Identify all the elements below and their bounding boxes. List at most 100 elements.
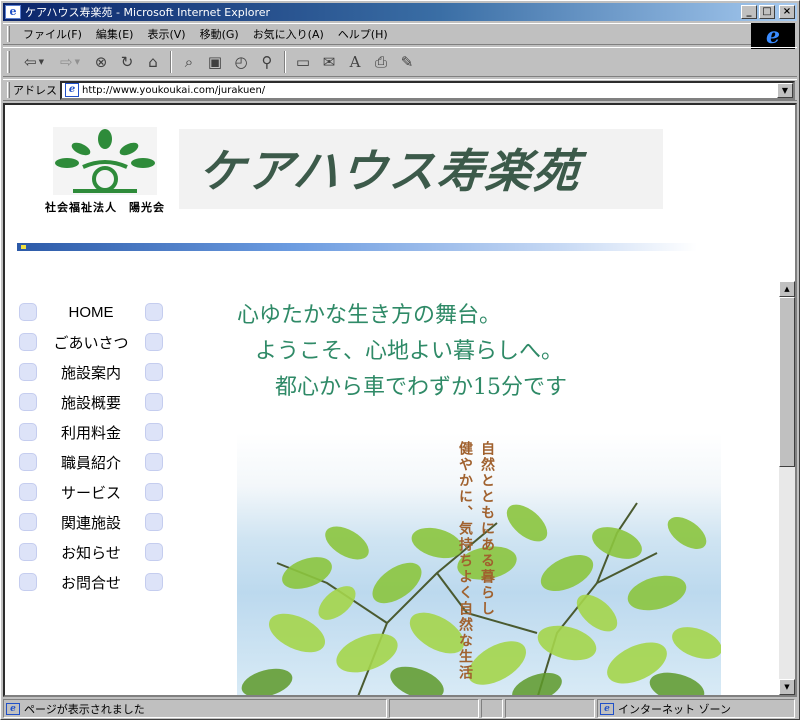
bullet-icon	[19, 453, 37, 471]
search-icon[interactable]: ⌕	[176, 50, 202, 74]
slogan-line: ようこそ、心地よい暮らしへ。	[255, 339, 564, 364]
nav-item-facility-overview[interactable]: 施設概要	[19, 387, 175, 417]
toolbar-separator	[284, 51, 286, 73]
address-input[interactable]	[82, 84, 762, 96]
fullscreen-icon[interactable]: ▭	[290, 50, 316, 74]
back-icon[interactable]: ⇦ ▼	[16, 50, 52, 74]
slogan-line: 心ゆたかな生き方の舞台。	[237, 303, 502, 328]
nav-item-facility-guide[interactable]: 施設案内	[19, 357, 175, 387]
bullet-icon	[19, 543, 37, 561]
nav-item-greeting[interactable]: ごあいさつ	[19, 327, 175, 357]
org-logo: 社会福祉法人 陽光会	[45, 127, 165, 217]
site-title-banner: ケアハウス寿楽苑	[179, 129, 663, 209]
print-icon[interactable]: ⎙	[368, 50, 394, 74]
nav-label[interactable]: 職員紹介	[37, 452, 145, 473]
scroll-thumb[interactable]	[779, 297, 795, 467]
page-content: 社会福祉法人 陽光会 ケアハウス寿楽苑 HOME ごあいさつ 施設案内 施設概要…	[3, 103, 797, 697]
nav-item-fees[interactable]: 利用料金	[19, 417, 175, 447]
site-title: ケアハウス寿楽苑	[196, 144, 583, 198]
scroll-up-button[interactable]: ▲	[779, 281, 795, 297]
nav-label[interactable]: HOME	[37, 304, 145, 321]
nav-item-staff[interactable]: 職員紹介	[19, 447, 175, 477]
addressbar-grip[interactable]	[7, 82, 10, 98]
close-button[interactable]: ×	[779, 5, 795, 19]
page-icon: e	[65, 83, 79, 97]
slogan-line: 都心から車でわずか15分です	[275, 375, 567, 400]
org-name: 社会福祉法人 陽光会	[45, 201, 165, 214]
menu-help[interactable]: ヘルプ(H)	[331, 26, 395, 42]
nav-item-news[interactable]: お知らせ	[19, 537, 175, 567]
vertical-scrollbar[interactable]: ▲ ▼	[779, 281, 795, 695]
page-loaded-icon: e	[6, 702, 20, 715]
nav-label[interactable]: 利用料金	[37, 422, 145, 443]
window-title: ケアハウス寿楽苑 - Microsoft Internet Explorer	[25, 6, 271, 19]
status-panel	[481, 699, 503, 718]
history-icon[interactable]: ◴	[228, 50, 254, 74]
photo-caption: 自然とともにある暮らし	[479, 441, 495, 617]
nav-label[interactable]: お問合せ	[37, 572, 145, 593]
status-bar: e ページが表示されました e インターネット ゾーン	[3, 699, 797, 718]
nav-item-contact[interactable]: お問合せ	[19, 567, 175, 597]
home-icon[interactable]: ⌂	[140, 50, 166, 74]
slogan: 心ゆたかな生き方の舞台。 ようこそ、心地よい暮らしへ。 都心から車でわずか15分…	[237, 297, 567, 405]
toolbar-grip[interactable]	[7, 51, 10, 73]
forward-icon[interactable]: ⇨ ▼	[52, 50, 88, 74]
standard-toolbar: ⇦ ▼ ⇨ ▼ ⊗ ↻ ⌂ ⌕ ▣ ◴ ⚲ ▭ ✉ A ⎙ ✎	[3, 47, 797, 77]
maximize-button[interactable]: □	[759, 5, 775, 19]
nav-label[interactable]: お知らせ	[37, 542, 145, 563]
minimize-button[interactable]: _	[741, 5, 757, 19]
status-text-panel: e ページが表示されました	[3, 699, 387, 718]
font-icon[interactable]: A	[342, 50, 368, 74]
menu-favorites[interactable]: お気に入り(A)	[246, 26, 331, 42]
bullet-icon	[145, 303, 163, 321]
bullet-icon	[145, 393, 163, 411]
bullet-icon	[19, 423, 37, 441]
address-field[interactable]: e ▼	[60, 80, 795, 100]
browser-window: e ケアハウス寿楽苑 - Microsoft Internet Explorer…	[0, 0, 800, 720]
refresh-icon[interactable]: ↻	[114, 50, 140, 74]
channels-icon[interactable]: ⚲	[254, 50, 280, 74]
bullet-icon	[19, 393, 37, 411]
tree-leaves-photo: 自然とともにある暮らし 健やかに、気持ちよく自然な生活	[237, 433, 721, 695]
bullet-icon	[145, 423, 163, 441]
side-nav: HOME ごあいさつ 施設案内 施設概要 利用料金 職員紹介 サービス 関連施設…	[19, 297, 175, 597]
menu-edit[interactable]: 編集(E)	[89, 26, 141, 42]
scroll-down-button[interactable]: ▼	[779, 679, 795, 695]
internet-zone-icon: e	[600, 702, 614, 715]
nav-label[interactable]: 施設概要	[37, 392, 145, 413]
menubar-grip[interactable]	[7, 26, 10, 42]
status-panel	[505, 699, 595, 718]
menu-view[interactable]: 表示(V)	[140, 26, 192, 42]
status-text: ページが表示されました	[24, 702, 145, 716]
stop-icon[interactable]: ⊗	[88, 50, 114, 74]
ie-app-icon[interactable]: e	[5, 5, 21, 19]
mail-icon[interactable]: ✉	[316, 50, 342, 74]
bullet-icon	[19, 333, 37, 351]
nav-item-services[interactable]: サービス	[19, 477, 175, 507]
nav-label[interactable]: サービス	[37, 482, 145, 503]
nav-label[interactable]: ごあいさつ	[37, 332, 145, 353]
nav-label[interactable]: 施設案内	[37, 362, 145, 383]
address-bar: アドレス e ▼	[3, 79, 797, 101]
address-dropdown-button[interactable]: ▼	[777, 82, 793, 98]
menu-bar: ファイル(F) 編集(E) 表示(V) 移動(G) お気に入り(A) ヘルプ(H…	[3, 23, 751, 45]
zone-text: インターネット ゾーン	[618, 702, 731, 716]
nav-item-related-facilities[interactable]: 関連施設	[19, 507, 175, 537]
header-divider	[17, 243, 697, 251]
address-label: アドレス	[13, 84, 57, 97]
edit-icon[interactable]: ✎	[394, 50, 420, 74]
security-zone-panel: e インターネット ゾーン	[597, 699, 795, 718]
menu-file[interactable]: ファイル(F)	[16, 26, 89, 42]
status-panel	[389, 699, 479, 718]
bullet-icon	[19, 513, 37, 531]
favorites-icon[interactable]: ▣	[202, 50, 228, 74]
nav-label[interactable]: 関連施設	[37, 512, 145, 533]
menu-go[interactable]: 移動(G)	[193, 26, 246, 42]
bullet-icon	[145, 333, 163, 351]
bullet-icon	[145, 483, 163, 501]
bullet-icon	[145, 513, 163, 531]
nav-item-home[interactable]: HOME	[19, 297, 175, 327]
title-bar[interactable]: e ケアハウス寿楽苑 - Microsoft Internet Explorer…	[3, 3, 797, 21]
bullet-icon	[145, 543, 163, 561]
photo-caption: 健やかに、気持ちよく自然な生活	[457, 441, 473, 681]
